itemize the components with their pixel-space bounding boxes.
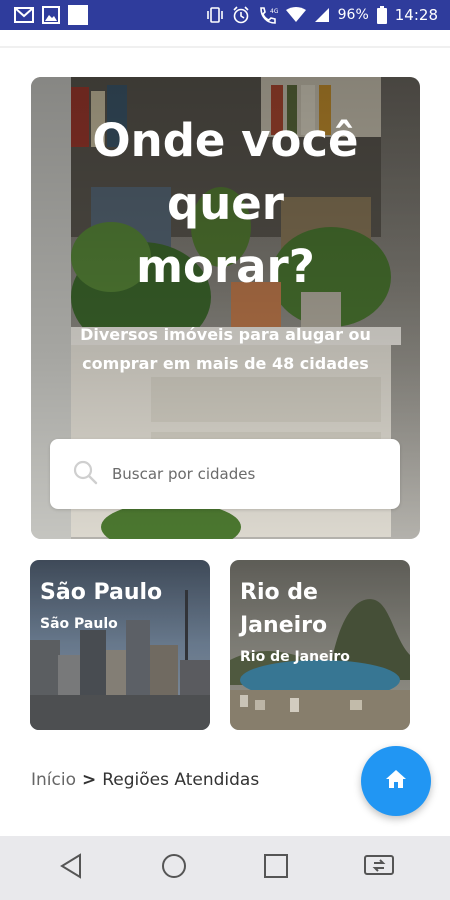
breadcrumb-home-link[interactable]: Início <box>31 770 76 790</box>
top-divider <box>0 46 450 48</box>
nav-rotate-button[interactable] <box>349 838 409 898</box>
status-right-icons: 4G 96% 14:28 <box>206 6 438 24</box>
status-time: 14:28 <box>394 6 438 24</box>
city-name-rio-de-janeiro: Rio de Janeiro <box>240 580 328 638</box>
nav-recents-button[interactable] <box>246 838 306 898</box>
status-left-icons <box>14 5 88 25</box>
hero-card: Onde você quer morar? Diversos imóveis p… <box>31 77 420 539</box>
battery-percent: 96% <box>337 7 369 23</box>
city-card-rio-de-janeiro[interactable]: Rio de Janeiro Rio de Janeiro <box>230 560 410 730</box>
svg-text:4G: 4G <box>270 8 278 15</box>
white-square-icon <box>68 5 88 25</box>
wifi-icon <box>285 7 306 23</box>
breadcrumb-current: Regiões Atendidas <box>102 770 260 790</box>
city-search-box[interactable] <box>50 439 400 509</box>
city-state-rio-de-janeiro: Rio de Janeiro <box>240 649 350 665</box>
signal-icon <box>314 7 330 23</box>
city-search-input[interactable] <box>112 465 382 483</box>
home-icon <box>385 769 407 794</box>
gallery-icon <box>42 6 60 24</box>
city-card-sao-paulo[interactable]: São Paulo São Paulo <box>30 560 210 730</box>
nav-back-button[interactable] <box>41 838 101 898</box>
app-screen: 4G 96% 14:28 Onde você quer morar? Diver… <box>0 0 450 900</box>
battery-icon <box>376 6 387 24</box>
system-nav-bar <box>0 836 450 900</box>
call-hd-icon: 4G <box>258 6 278 24</box>
home-fab-button[interactable] <box>361 746 431 816</box>
alarm-icon <box>232 6 250 24</box>
city-state-sao-paulo: São Paulo <box>40 616 118 632</box>
city-name-sao-paulo: São Paulo <box>40 580 163 605</box>
vibrate-icon <box>206 7 224 23</box>
status-bar: 4G 96% 14:28 <box>0 0 450 30</box>
home-circle-icon <box>161 853 187 884</box>
hero-subtitle: Diversos imóveis para alugar ou comprar … <box>80 325 371 373</box>
search-icon <box>72 459 98 490</box>
nav-home-button[interactable] <box>144 838 204 898</box>
recents-icon <box>264 853 289 883</box>
gmail-icon <box>14 7 34 23</box>
screen-rotate-icon <box>363 854 395 883</box>
back-icon <box>59 852 83 884</box>
breadcrumb-separator: > <box>81 770 97 790</box>
hero-title-text: Onde você quer morar? <box>92 114 359 293</box>
breadcrumb: Início > Regiões Atendidas <box>31 770 259 790</box>
hero-title: Onde você quer morar? <box>31 109 420 298</box>
